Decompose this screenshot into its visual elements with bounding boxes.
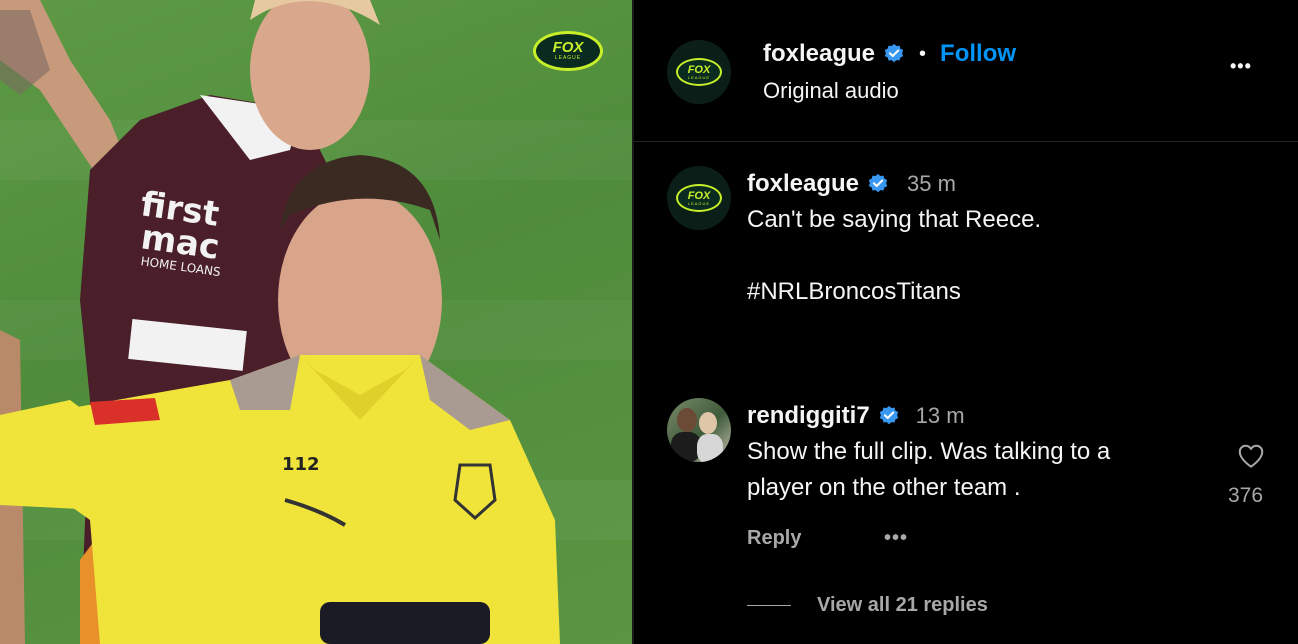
header-avatar[interactable]: FOX LEAGUE	[667, 40, 731, 104]
comment-username[interactable]: rendiggiti7	[747, 402, 870, 430]
comment-name-row: rendiggiti7 13 m	[747, 400, 965, 432]
comments-panel: FOX LEAGUE foxleague • Follow Original a…	[634, 0, 1298, 644]
header-name-row: foxleague • Follow	[763, 38, 1016, 70]
verified-badge-icon	[884, 43, 904, 63]
heart-icon[interactable]	[1235, 441, 1267, 471]
comment-text-line-2: player on the other team .	[747, 474, 1021, 501]
reply-button[interactable]: Reply	[747, 527, 801, 550]
more-options-icon[interactable]: •••	[1230, 56, 1252, 77]
view-replies-row[interactable]: View all 21 replies	[747, 594, 988, 617]
verified-badge-icon	[868, 173, 888, 193]
caption-time[interactable]: 35 m	[907, 171, 956, 197]
view-replies-button[interactable]: View all 21 replies	[817, 594, 988, 617]
caption-username[interactable]: foxleague	[747, 170, 859, 198]
follow-button[interactable]: Follow	[940, 40, 1016, 68]
header-username[interactable]: foxleague	[763, 40, 875, 68]
caption-hashtag[interactable]: #NRLBroncosTitans	[747, 274, 961, 310]
svg-text:112: 112	[282, 454, 320, 475]
caption-name-row: foxleague 35 m	[747, 168, 956, 200]
fox-league-logo: FOX LEAGUE	[533, 31, 603, 71]
header-separator: •	[919, 42, 927, 65]
video-frame-art: 112 first mac HOME LOANS	[0, 0, 560, 644]
caption-avatar[interactable]: FOX LEAGUE	[667, 166, 731, 230]
avatar-logo-text: FOX	[687, 189, 711, 202]
comment-text-line-1: Show the full clip. Was talking to a	[747, 438, 1111, 465]
caption-text: Can't be saying that Reece.	[747, 206, 1042, 233]
post-header: FOX LEAGUE foxleague • Follow Original a…	[634, 0, 1298, 142]
commenter-avatar[interactable]	[667, 398, 731, 462]
reel-video[interactable]: 112 first mac HOME LOANS FOX LEAGUE	[0, 0, 634, 644]
replies-line	[747, 605, 791, 606]
avatar-logo-subtext: LEAGUE	[687, 74, 711, 80]
fox-logo-text: FOX	[552, 39, 584, 56]
comment-time[interactable]: 13 m	[916, 403, 965, 429]
comment-more-icon[interactable]: •••	[884, 527, 908, 550]
like-count: 376	[1228, 484, 1264, 507]
audio-label[interactable]: Original audio	[763, 78, 899, 104]
avatar-logo-text: FOX	[687, 63, 711, 76]
fox-logo-subtext: LEAGUE	[554, 55, 582, 61]
avatar-logo-subtext: LEAGUE	[687, 200, 711, 206]
verified-badge-icon	[879, 405, 898, 425]
